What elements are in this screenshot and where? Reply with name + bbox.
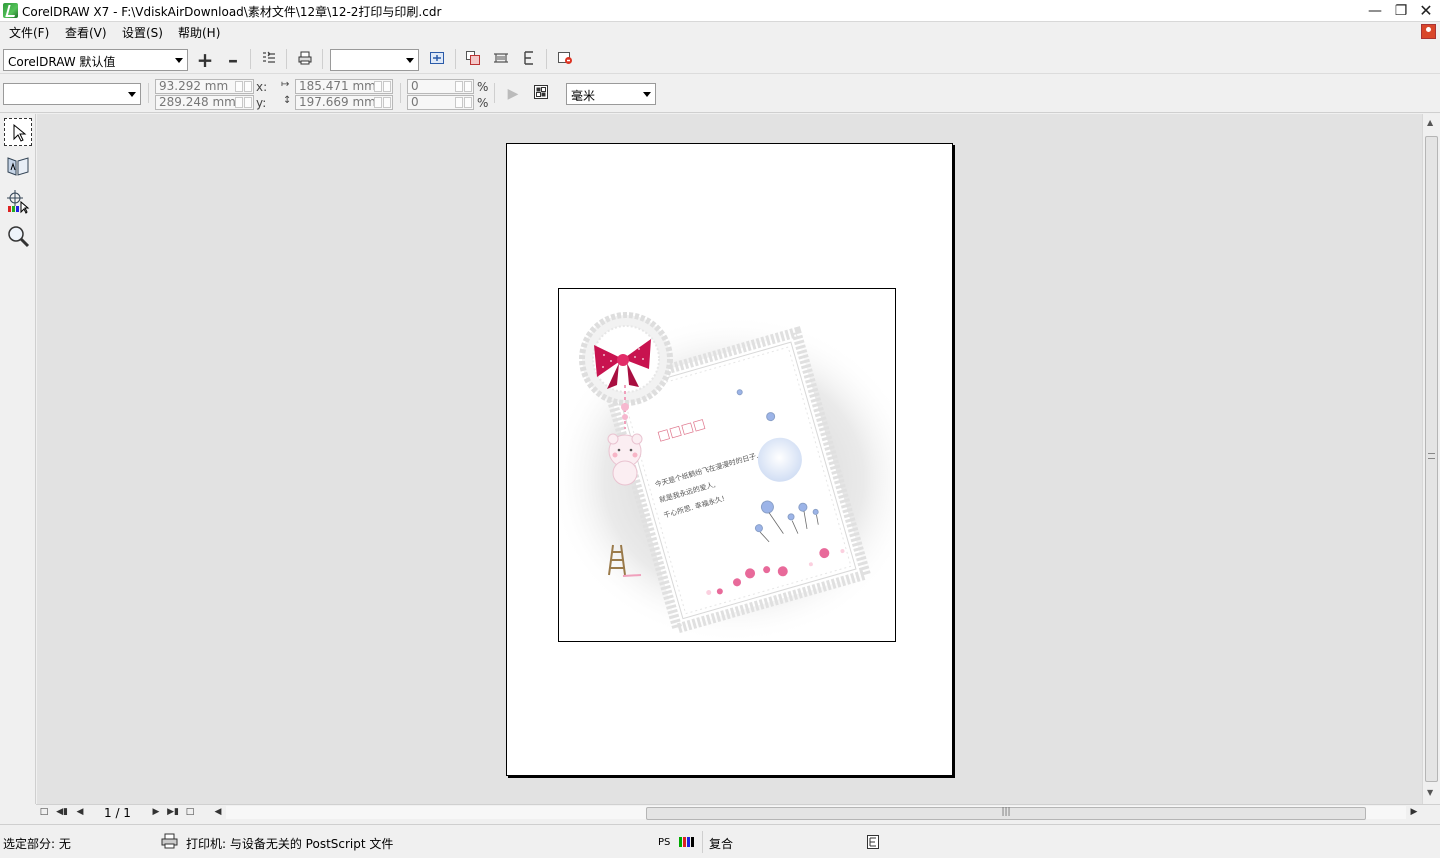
page-counter: 1 / 1 — [104, 806, 131, 820]
previous-page-icon[interactable]: ◀ — [74, 806, 86, 819]
print-style-value: CorelDRAW 默认值 — [8, 55, 116, 69]
scale-x-value: 0 — [411, 79, 419, 93]
menu-help[interactable]: 帮助(H) — [178, 24, 220, 41]
scroll-down-icon[interactable]: ▼ — [1427, 788, 1433, 797]
zoom-select[interactable] — [330, 49, 419, 71]
toolbar-separator — [148, 83, 149, 103]
imposition-tool-icon[interactable] — [4, 152, 32, 180]
toolbar-separator — [250, 49, 251, 69]
y-label: y: — [256, 96, 267, 110]
printer-icon — [161, 833, 179, 852]
vertical-scrollbar[interactable]: ▲ ▼ — [1422, 114, 1440, 804]
next-page-icon[interactable]: ▶ — [150, 806, 162, 819]
scroll-up-icon[interactable]: ▲ — [1427, 118, 1433, 127]
marks-placement-tool-icon[interactable] — [4, 187, 32, 215]
status-separator — [702, 831, 703, 853]
width-value: 185.471 mm — [299, 79, 376, 93]
horizontal-scrollbar[interactable]: ||| — [226, 806, 1406, 820]
percent-label: % — [477, 80, 489, 94]
status-bar: 选定部分: 无 打印机: 与设备无关的 PostScript 文件 PS 复合 — [0, 824, 1440, 858]
minus-icon[interactable]: – — [223, 50, 243, 70]
toolbar-separator — [546, 49, 547, 69]
y-position-value: 289.248 mm — [159, 95, 236, 109]
x-position-field[interactable]: 93.292 mm — [155, 79, 254, 94]
scale-y-field[interactable]: 0 — [407, 95, 474, 110]
play-icon[interactable]: ▶ — [503, 84, 523, 104]
grip-icon — [1428, 453, 1435, 459]
height-arrow-icon: ↕ — [283, 95, 292, 106]
unit-value: 毫米 — [571, 89, 596, 103]
printer-status: 打印机: 与设备无关的 PostScript 文件 — [186, 837, 394, 851]
toolbar-separator — [455, 49, 456, 69]
first-page-icon[interactable]: ◀▮ — [56, 806, 68, 819]
pick-tool-icon[interactable] — [4, 118, 32, 146]
print-options-icon[interactable] — [259, 50, 279, 70]
height-value: 197.669 mm — [299, 95, 376, 109]
tile-icon[interactable] — [463, 50, 483, 70]
scroll-left-icon[interactable]: ◀ — [212, 806, 224, 819]
print-preview-toolbar: CorelDRAW 默认值 + – — [0, 44, 1440, 74]
print-preview-canvas[interactable]: □□□□ 今天是个纸鹤纷飞在漫漫时的日子. 就是我永远的爱人, 千心所思. 幸福… — [37, 114, 1422, 804]
percent-label: % — [477, 96, 489, 110]
text-icon[interactable] — [519, 50, 539, 70]
menu-file[interactable]: 文件(F) — [9, 24, 49, 41]
user-account-icon[interactable] — [1421, 24, 1436, 39]
toolbar-separator — [286, 49, 287, 69]
scroll-right-icon[interactable]: ▶ — [1408, 806, 1420, 819]
chevron-down-icon — [406, 58, 414, 63]
property-bar: 93.292 mm x: 289.248 mm y: ↦ 185.471 mm … — [0, 75, 1440, 113]
document-text-icon[interactable] — [866, 834, 880, 853]
horizontal-scroll-thumb[interactable]: ||| — [646, 807, 1366, 820]
width-arrow-icon: ↦ — [281, 79, 290, 90]
color-mode-status: 复合 — [709, 837, 734, 851]
ruler-icon[interactable] — [491, 50, 511, 70]
vertical-scroll-thumb[interactable] — [1425, 136, 1438, 782]
page-navigation-bar: □ ◀▮ ◀ 1 / 1 ▶ ▶▮ □ ◀ ||| ▶ — [36, 804, 1440, 820]
color-mode-icon: PS — [658, 834, 696, 853]
unit-select[interactable]: 毫米 — [566, 83, 656, 105]
toolbar-separator — [494, 83, 495, 103]
toolbox — [0, 114, 36, 804]
close-preview-icon[interactable] — [555, 50, 575, 70]
add-page-icon[interactable]: □ — [184, 806, 196, 819]
selection-status: 选定部分: 无 — [3, 837, 71, 851]
coreldraw-app-icon — [3, 3, 18, 18]
fit-page-icon[interactable] — [427, 50, 447, 70]
scale-y-value: 0 — [411, 95, 419, 109]
position-select[interactable] — [3, 83, 141, 105]
svg-text:PS: PS — [658, 837, 670, 848]
title-bar: CorelDRAW X7 - F:\VdiskAirDownload\素材文件\… — [0, 0, 1440, 22]
width-field[interactable]: 185.471 mm — [295, 79, 393, 94]
print-style-select[interactable]: CorelDRAW 默认值 — [3, 49, 188, 71]
printer-icon[interactable] — [295, 50, 315, 70]
restore-icon[interactable]: ❐ — [1389, 1, 1413, 21]
y-position-field[interactable]: 289.248 mm — [155, 95, 254, 110]
chevron-down-icon — [128, 92, 136, 97]
chevron-down-icon — [175, 58, 183, 63]
x-label: x: — [256, 80, 268, 94]
page-insert-icon[interactable]: □ — [38, 806, 50, 819]
x-position-value: 93.292 mm — [159, 79, 229, 93]
plus-icon[interactable]: + — [195, 50, 215, 70]
menu-bar: 文件(F) 查看(V) 设置(S) 帮助(H) — [0, 22, 1440, 42]
window-title: CorelDRAW X7 - F:\VdiskAirDownload\素材文件\… — [22, 5, 442, 19]
menu-view[interactable]: 查看(V) — [65, 24, 107, 41]
chevron-down-icon — [643, 92, 651, 97]
minimize-icon[interactable]: — — [1363, 1, 1387, 21]
postcard-artwork: □□□□ 今天是个纸鹤纷飞在漫漫时的日子. 就是我永远的爱人, 千心所思. 幸福… — [559, 312, 895, 641]
menu-settings[interactable]: 设置(S) — [122, 24, 163, 41]
last-page-icon[interactable]: ▶▮ — [167, 806, 179, 819]
printable-artwork[interactable]: □□□□ 今天是个纸鹤纷飞在漫漫时的日子. 就是我永远的爱人, 千心所思. 幸福… — [558, 288, 896, 642]
toolbar-separator — [400, 83, 401, 103]
scale-x-field[interactable]: 0 — [407, 79, 474, 94]
close-icon[interactable]: ✕ — [1414, 1, 1438, 21]
paper-page: □□□□ 今天是个纸鹤纷飞在漫漫时的日子. 就是我永远的爱人, 千心所思. 幸福… — [506, 143, 953, 776]
layout-grid-icon[interactable] — [531, 84, 551, 104]
zoom-tool-icon[interactable] — [4, 222, 32, 250]
toolbar-separator — [322, 49, 323, 69]
height-field[interactable]: 197.669 mm — [295, 95, 393, 110]
